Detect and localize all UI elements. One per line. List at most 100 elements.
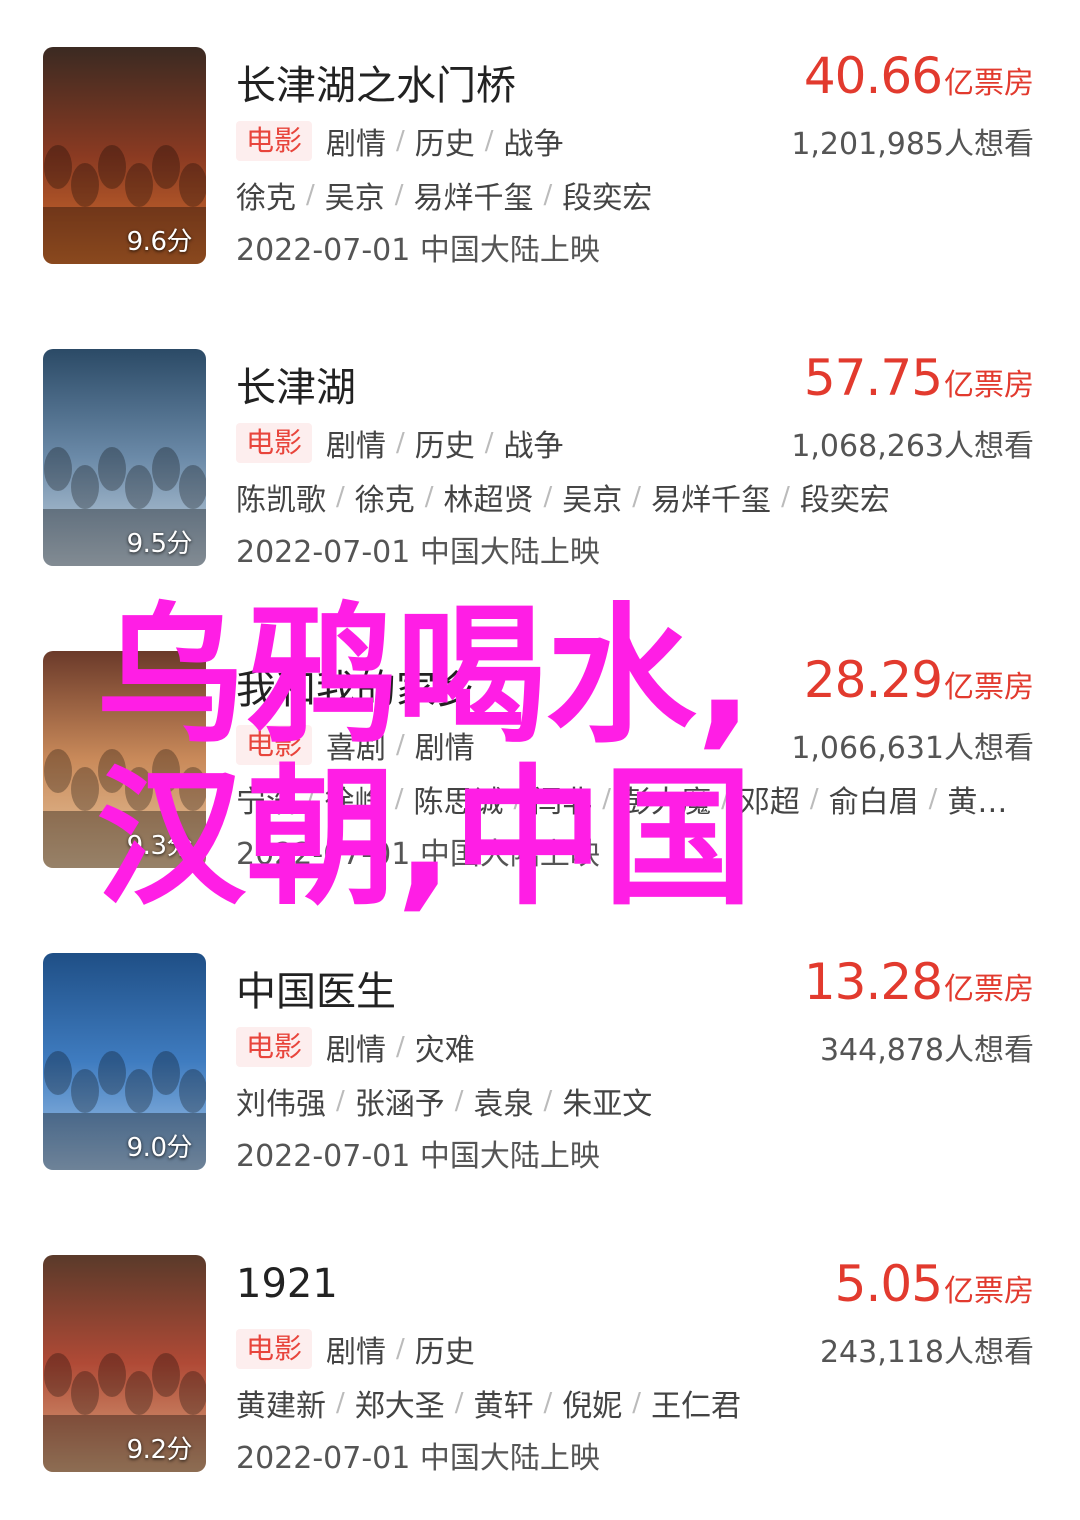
cast-row: 刘伟强 / 张涵予 / 袁泉 / 朱亚文 [236,1079,652,1123]
separator: / [632,1388,642,1418]
type-tag: 电影 [236,423,313,463]
cast-row: 徐克 / 吴京 / 易烊千玺 / 段奕宏 [236,173,652,217]
cast-name: 张涵予 [354,1087,445,1122]
separator: / [336,1086,345,1116]
movie-poster[interactable]: 9.6分 [43,47,206,264]
box-office-unit: 亿票房 [944,1274,1034,1309]
wish-count: 243,118人想看 [819,1335,1034,1370]
cast-name: 邓超 [739,785,800,820]
separator: / [396,730,405,760]
release-info: 2022-07-01 中国大陆上映 [236,233,600,268]
cast-row: 黄建新 / 郑大圣 / 黄轩 / 倪妮 / 王仁君 [236,1381,741,1425]
movie-poster[interactable]: 9.5分 [43,349,206,566]
separator: / [781,482,790,512]
box-office-unit: 亿票房 [944,972,1034,1007]
cast-name: 吴京 [562,483,623,518]
movie-list-item[interactable]: 9.0分 中国医生 电影 剧情 / 灾难 刘伟强 / 张涵予 / 袁泉 / 朱亚文 2022-07-01 … [0,953,1080,1174]
separator: / [336,482,345,512]
separator: / [543,1388,553,1418]
box-office-value: 13.28 [803,953,943,1011]
movie-list-item[interactable]: 9.2分 1921 电影 剧情 / 历史 黄建新 / 郑大圣 / 黄轩 / 倪妮 / 王仁君 2022-07-… [0,1255,1080,1476]
release-info: 2022-07-01 中国大陆上映 [236,535,600,570]
movie-title[interactable]: 我和我的家乡 [236,657,476,715]
release-info: 2022-07-01 中国大陆上映 [236,1139,600,1174]
cast-name: 吴京 [324,181,385,216]
genre-label: 历史 [414,127,475,162]
separator: / [336,1388,345,1418]
box-office-value: 57.75 [803,349,943,407]
cast-name: 袁泉 [473,1087,534,1122]
genre-label: 剧情 [326,1033,387,1068]
separator: / [396,126,405,156]
movie-list-item[interactable]: 9.6分 长津湖之水门桥 电影 剧情 / 历史 / 战争 徐克 / 吴京 / 易烊千玺 / 段奕宏 2022-… [0,47,1080,268]
separator: / [809,784,819,814]
cast-name: 陈思诚 [413,785,504,820]
separator: / [632,482,642,512]
separator: / [602,784,612,814]
cast-row: 陈凯歌 / 徐克 / 林超贤 / 吴京 / 易烊千玺 / 段奕宏 [236,475,890,519]
wish-count: 1,068,263人想看 [791,429,1034,464]
separator: / [484,428,494,458]
separator: / [454,1086,464,1116]
type-tag: 电影 [236,1329,313,1369]
cast-name: 郑大圣 [354,1389,445,1424]
movie-poster[interactable]: 9.0分 [43,953,206,1170]
genre-label: 剧情 [326,127,387,162]
rating-score: 9.3分 [126,831,193,861]
movie-title[interactable]: 长津湖之水门桥 [236,53,516,111]
genre-label: 历史 [414,429,475,464]
separator: / [396,428,405,458]
cast-name: 刘伟强 [236,1087,326,1122]
cast-name: 易烊千玺 [651,483,772,518]
cast-name: 朱亚文 [562,1087,653,1122]
release-info: 2022-07-01 中国大陆上映 [236,1441,600,1476]
separator: / [543,180,553,210]
separator: / [306,784,315,814]
genre-row: 电影 剧情 / 历史 [236,1327,475,1371]
cast-name: 宁浩 [236,785,296,820]
movie-poster[interactable]: 9.3分 [43,651,206,868]
cast-name: 段奕宏 [562,181,653,216]
movie-title[interactable]: 1921 [236,1261,338,1307]
separator: / [513,784,523,814]
rating-score: 9.6分 [126,227,193,257]
cast-name: 俞白眉 [828,785,919,820]
separator: / [721,784,730,814]
movie-list-item[interactable]: 9.3分 我和我的家乡 电影 喜剧 / 剧情 宁浩 / 徐峥 / 陈思诚 / 闫非 / 彭大魔 / 邓超 / 俞白眉… [0,651,1080,872]
genre-row: 电影 剧情 / 历史 / 战争 [236,119,564,163]
genre-label: 灾难 [414,1033,475,1068]
cast-name: 闫非 [532,785,593,820]
release-info: 2022-07-01 中国大陆上映 [236,837,600,872]
genre-row: 电影 剧情 / 历史 / 战争 [236,421,564,465]
type-tag: 电影 [236,1027,313,1067]
box-office: 57.75亿票房 [804,349,1034,407]
box-office-value: 5.05 [834,1255,943,1313]
genre-label: 战争 [503,127,564,162]
cast-name: 黄轩 [473,1389,534,1424]
movie-poster[interactable]: 9.2分 [43,1255,206,1472]
cast-name: 徐峥 [324,785,385,820]
type-tag: 电影 [236,725,313,765]
wish-count: 1,066,631人想看 [791,731,1034,766]
cast-name: 段奕宏 [799,483,890,518]
cast-name: 彭大魔 [621,785,712,820]
separator: / [928,784,938,814]
box-office: 5.05亿票房 [835,1255,1034,1313]
box-office: 28.29亿票房 [804,651,1034,709]
separator: / [396,1334,405,1364]
separator: / [543,1086,553,1116]
separator: / [306,180,315,210]
box-office-unit: 亿票房 [944,670,1034,705]
wish-count: 344,878人想看 [819,1033,1034,1068]
movie-list-item[interactable]: 9.5分 长津湖 电影 剧情 / 历史 / 战争 陈凯歌 / 徐克 / 林超贤 / 吴京 / 易烊千玺 / 段奕宏 2… [0,349,1080,570]
box-office: 13.28亿票房 [804,953,1034,1011]
genre-label: 剧情 [326,1335,387,1370]
movie-title[interactable]: 长津湖 [236,355,356,413]
movie-title[interactable]: 中国医生 [236,959,396,1017]
genre-label: 剧情 [326,429,387,464]
genre-row: 电影 剧情 / 灾难 [236,1025,475,1069]
box-office-value: 28.29 [803,651,943,709]
cast-name: 倪妮 [562,1389,623,1424]
separator: / [454,1388,464,1418]
cast-name: 王仁君 [651,1389,742,1424]
